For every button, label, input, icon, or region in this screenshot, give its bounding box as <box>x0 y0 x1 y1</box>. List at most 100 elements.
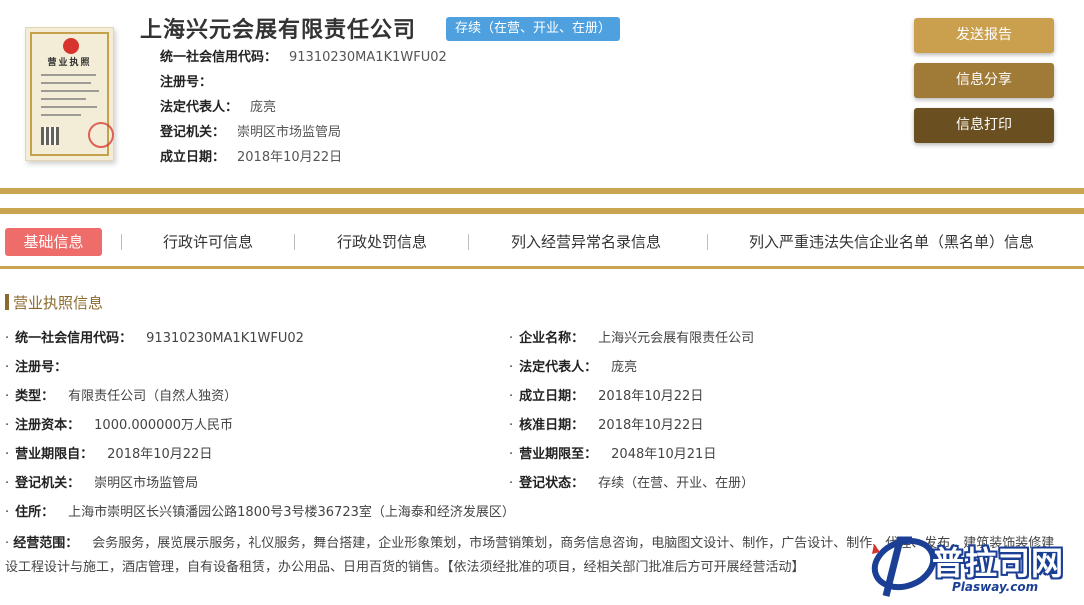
bullet-icon: · <box>5 360 10 375</box>
detail-row-capital: · 注册资本： 1000.000000万人民币 <box>5 417 233 435</box>
detail-value: 上海市崇明区长兴镇潘园公路1800号3号楼36723室（上海泰和经济发展区） <box>68 505 515 520</box>
bullet-icon: · <box>5 389 10 404</box>
detail-label: 经营范围： <box>13 536 79 551</box>
bullet-icon: · <box>5 476 10 491</box>
detail-row-founded: · 成立日期： 2018年10月22日 <box>509 388 703 406</box>
bullet-icon: · <box>509 476 514 491</box>
watermark-text: 普拉司网 <box>932 544 1065 582</box>
national-emblem-icon <box>63 38 79 54</box>
watermark-logo-icon <box>871 536 937 597</box>
tabs-top-band <box>0 208 1084 214</box>
detail-row-reg-number: · 注册号： <box>5 359 81 377</box>
send-report-button[interactable]: 发送报告 <box>914 18 1054 53</box>
header-field-authority: 登记机关： 崇明区市场监管局 <box>160 124 341 142</box>
detail-row-term-from: · 营业期限自： 2018年10月22日 <box>5 446 212 464</box>
tabs-bottom-band <box>0 266 1084 269</box>
field-label: 成立日期： <box>160 150 226 165</box>
field-value: 2018年10月22日 <box>237 150 343 165</box>
detail-row-authority: · 登记机关： 崇明区市场监管局 <box>5 475 198 493</box>
bullet-icon: · <box>5 447 10 462</box>
license-text-line <box>41 90 99 92</box>
qr-code-icon <box>41 127 59 145</box>
detail-value: 2018年10月22日 <box>598 418 704 433</box>
header-field-reg-number: 注册号： <box>160 74 224 92</box>
bullet-icon: · <box>509 389 514 404</box>
tab-divider <box>121 234 122 250</box>
business-license-thumbnail[interactable]: 营业执照 <box>25 27 114 161</box>
license-text-line <box>41 98 86 100</box>
detail-value: 庞亮 <box>611 360 638 375</box>
field-value: 庞亮 <box>250 100 277 115</box>
tab-divider <box>468 234 469 250</box>
detail-row-approval-date: · 核准日期： 2018年10月22日 <box>509 417 703 435</box>
detail-label: 登记机关： <box>15 476 81 491</box>
detail-row-company-name: · 企业名称： 上海兴元会展有限责任公司 <box>509 330 754 348</box>
field-label: 法定代表人： <box>160 100 239 115</box>
field-label: 注册号： <box>160 75 213 90</box>
detail-value: 上海兴元会展有限责任公司 <box>598 331 755 346</box>
detail-label: 注册号： <box>15 360 68 375</box>
detail-row-address: · 住所： 上海市崇明区长兴镇潘园公路1800号3号楼36723室（上海泰和经济发展… <box>5 504 515 522</box>
detail-value: 有限责任公司（自然人独资） <box>68 389 238 404</box>
license-text-line <box>41 82 91 84</box>
field-value: 崇明区市场监管局 <box>237 125 342 140</box>
detail-row-term-to: · 营业期限至： 2048年10月21日 <box>509 446 716 464</box>
detail-row-credit-code: · 统一社会信用代码： 91310230MA1K1WFU02 <box>5 330 304 348</box>
tab-blacklist[interactable]: 列入严重违法失信企业名单（黑名单）信息 <box>749 228 1034 256</box>
license-text-line <box>41 74 96 76</box>
site-watermark: 普拉司网 Plasway.com <box>860 530 1080 600</box>
print-info-button[interactable]: 信息打印 <box>914 108 1054 143</box>
tab-admin-license[interactable]: 行政许可信息 <box>163 228 253 256</box>
detail-label: 住所： <box>15 505 55 520</box>
detail-value: 2018年10月22日 <box>107 447 213 462</box>
tab-admin-penalty[interactable]: 行政处罚信息 <box>337 228 427 256</box>
bullet-icon: · <box>509 418 514 433</box>
license-text-line <box>41 114 81 116</box>
bullet-icon: · <box>509 447 514 462</box>
detail-label: 统一社会信用代码： <box>15 331 133 346</box>
header-divider-band <box>0 188 1084 194</box>
detail-row-reg-status: · 登记状态： 存续（在营、开业、在册） <box>509 475 754 493</box>
bullet-icon: · <box>509 360 514 375</box>
section-title: 营业执照信息 <box>13 294 104 312</box>
detail-label: 类型： <box>15 389 55 404</box>
bullet-icon: · <box>5 505 10 520</box>
header-field-legal-rep: 法定代表人： 庞亮 <box>160 99 276 117</box>
watermark-subtext: Plasway.com <box>952 580 1039 594</box>
header-field-credit-code: 统一社会信用代码： 91310230MA1K1WFU02 <box>160 49 447 67</box>
bullet-icon: · <box>509 331 514 346</box>
detail-label: 企业名称： <box>519 331 585 346</box>
detail-label: 成立日期： <box>519 389 585 404</box>
field-value: 91310230MA1K1WFU02 <box>289 50 447 65</box>
detail-label: 营业期限自： <box>15 447 94 462</box>
detail-label: 营业期限至： <box>519 447 598 462</box>
tab-abnormal-operation[interactable]: 列入经营异常名录信息 <box>511 228 661 256</box>
detail-row-legal-rep: · 法定代表人： 庞亮 <box>509 359 637 377</box>
field-label: 登记机关： <box>160 125 226 140</box>
detail-label: 登记状态： <box>519 476 585 491</box>
header-field-founded: 成立日期： 2018年10月22日 <box>160 149 342 167</box>
detail-value: 91310230MA1K1WFU02 <box>146 331 304 346</box>
detail-value: 2048年10月21日 <box>611 447 717 462</box>
detail-value: 1000.000000万人民币 <box>94 418 233 433</box>
official-seal-icon <box>88 122 114 148</box>
detail-value: 2018年10月22日 <box>598 389 704 404</box>
share-info-button[interactable]: 信息分享 <box>914 63 1054 98</box>
detail-row-type: · 类型： 有限责任公司（自然人独资） <box>5 388 237 406</box>
detail-label: 注册资本： <box>15 418 81 433</box>
license-thumb-title: 营业执照 <box>47 58 92 68</box>
detail-label: 核准日期： <box>519 418 585 433</box>
company-name-title: 上海兴元会展有限责任公司 <box>140 18 417 43</box>
detail-value: 崇明区市场监管局 <box>94 476 199 491</box>
detail-value: 存续（在营、开业、在册） <box>598 476 755 491</box>
status-badge: 存续（在营、开业、在册） <box>446 17 621 41</box>
license-frame: 营业执照 <box>30 32 114 156</box>
bullet-icon: · <box>5 331 10 346</box>
section-title-marker <box>5 294 9 310</box>
bullet-icon: · <box>5 418 10 433</box>
license-text-line <box>41 106 97 108</box>
tab-divider <box>294 234 295 250</box>
detail-label: 法定代表人： <box>519 360 598 375</box>
tab-basic-info[interactable]: 基础信息 <box>5 228 102 256</box>
tab-divider <box>707 234 708 250</box>
